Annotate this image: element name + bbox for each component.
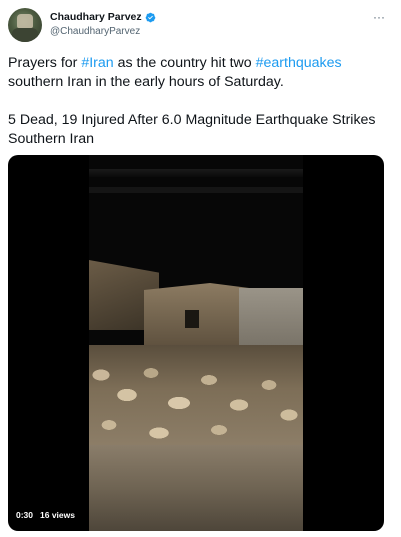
video-views: 16 views xyxy=(40,510,75,520)
tweet-paragraph-1: Prayers for #Iran as the country hit two… xyxy=(8,54,393,92)
verified-badge-icon xyxy=(145,12,155,22)
hashtag-iran-link[interactable]: #Iran xyxy=(81,55,113,71)
name-row: Chaudhary Parvez xyxy=(50,11,156,23)
rubble-pile xyxy=(89,345,303,455)
video-frame xyxy=(89,155,303,531)
wall-opening xyxy=(185,310,199,328)
text-segment: southern Iran in the early hours of Satu… xyxy=(8,74,284,90)
text-segment: as the country hit two xyxy=(113,55,256,71)
avatar-face xyxy=(17,14,33,28)
video-duration: 0:30 xyxy=(16,510,34,520)
collapsed-wall xyxy=(144,283,254,353)
hashtag-earthquakes-link[interactable]: #earthquakes xyxy=(256,55,342,71)
avatar-body xyxy=(12,28,38,42)
ceiling-beam xyxy=(89,187,303,193)
ceiling-beam xyxy=(89,169,303,177)
tweet-header: Chaudhary Parvez @ChaudharyParvez ··· xyxy=(8,8,393,44)
tweet-card: Chaudhary Parvez @ChaudharyParvez ··· Pr… xyxy=(0,0,401,537)
tweet-paragraph-2: 5 Dead, 19 Injured After 6.0 Magnitude E… xyxy=(8,112,376,147)
tweet-text: Prayers for #Iran as the country hit two… xyxy=(8,54,393,149)
text-segment: Prayers for xyxy=(8,55,82,71)
avatar[interactable] xyxy=(8,8,42,42)
more-options-icon[interactable]: ··· xyxy=(373,11,385,23)
ground xyxy=(89,445,303,531)
video-player[interactable]: 0:30 16 views xyxy=(8,155,384,531)
author-handle[interactable]: @ChaudharyParvez xyxy=(50,26,140,37)
author-name[interactable]: Chaudhary Parvez xyxy=(50,11,142,23)
video-meta: 0:30 16 views xyxy=(16,510,75,520)
